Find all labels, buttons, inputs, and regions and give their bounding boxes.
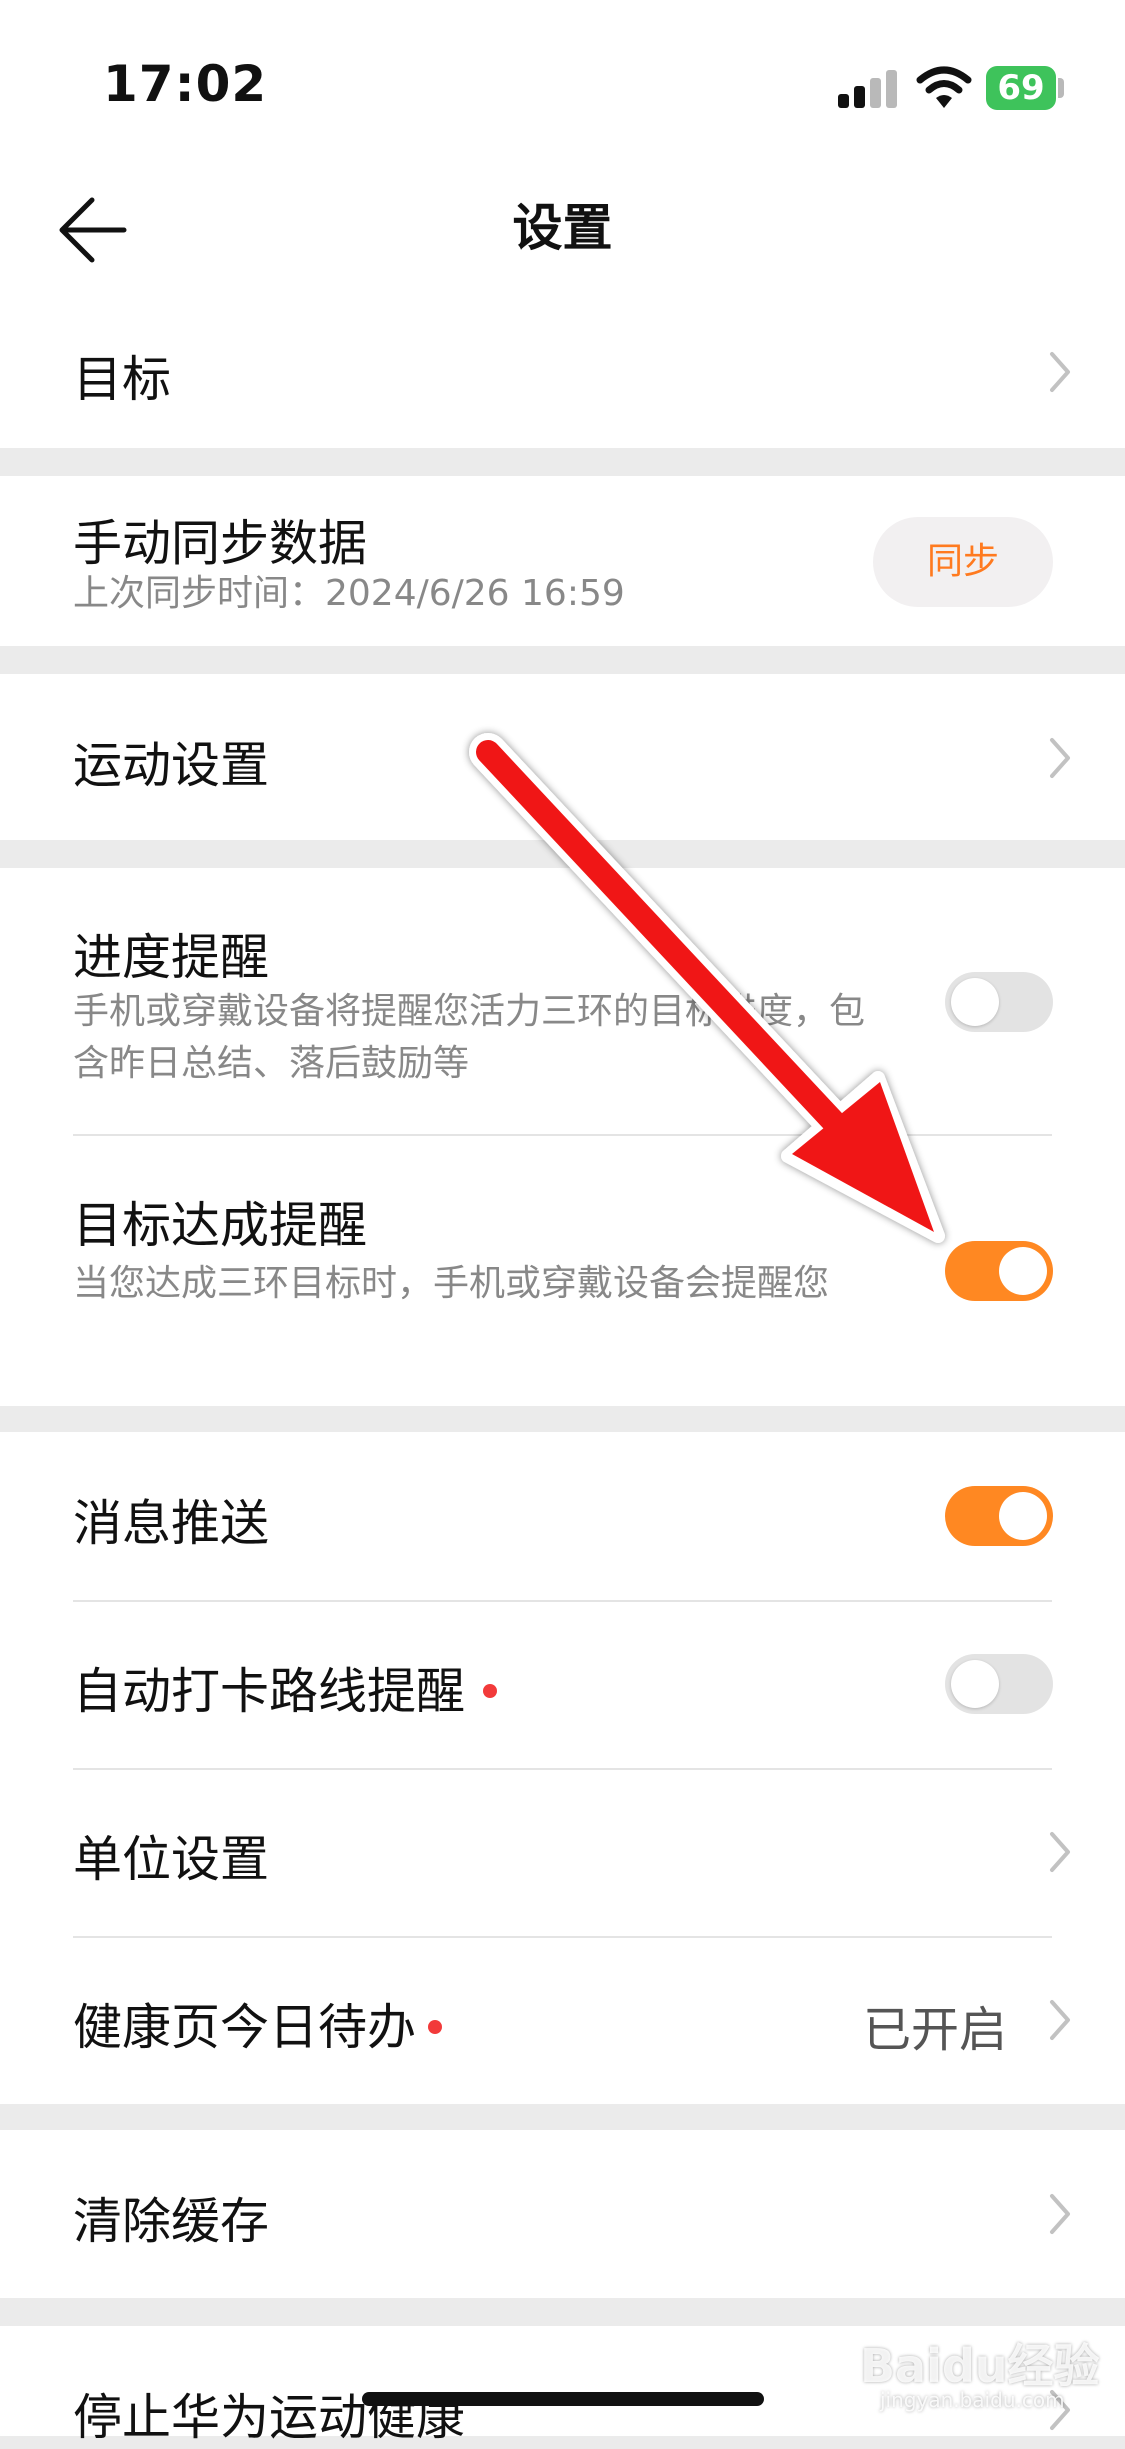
message-push-label: 消息推送 bbox=[73, 1495, 270, 1552]
home-indicator[interactable] bbox=[362, 2392, 764, 2406]
toggle-knob bbox=[999, 1492, 1047, 1540]
clear-cache-label: 清除缓存 bbox=[73, 2193, 270, 2250]
unit-settings-row[interactable]: 单位设置 bbox=[0, 1770, 1125, 1936]
health-todo-row[interactable]: 健康页今日待办 已开启 bbox=[0, 1938, 1125, 2104]
sync-subtitle: 上次同步时间：2024/6/26 16:59 bbox=[73, 573, 625, 614]
status-time: 17:02 bbox=[103, 55, 268, 113]
unit-settings-label: 单位设置 bbox=[73, 1831, 270, 1888]
sync-button[interactable]: 同步 bbox=[873, 517, 1053, 607]
chevron-right-icon bbox=[1050, 2194, 1070, 2234]
message-push-row: 消息推送 bbox=[0, 1432, 1125, 1600]
page-title: 设置 bbox=[512, 199, 613, 257]
watermark-logo: Baidu经验 bbox=[860, 2339, 1100, 2393]
health-todo-label: 健康页今日待办 bbox=[73, 1988, 443, 2059]
clear-cache-row[interactable]: 清除缓存 bbox=[0, 2130, 1125, 2298]
watermark-url: jingyan.baidu.com bbox=[880, 2388, 1065, 2412]
red-dot-badge bbox=[483, 1683, 498, 1698]
health-todo-text: 健康页今日待办 bbox=[73, 1999, 417, 2056]
chevron-right-icon bbox=[1050, 1832, 1070, 1872]
toggle-knob bbox=[951, 978, 999, 1026]
auto-checkin-toggle[interactable] bbox=[945, 1654, 1053, 1714]
toggle-knob bbox=[999, 1247, 1047, 1295]
auto-checkin-text: 自动打卡路线提醒 bbox=[73, 1663, 466, 1720]
divider bbox=[73, 1134, 1052, 1136]
auto-checkin-row: 自动打卡路线提醒 bbox=[0, 1602, 1125, 1768]
nav-bar: 设置 bbox=[0, 160, 1125, 300]
progress-reminder-toggle[interactable] bbox=[945, 972, 1053, 1032]
message-push-toggle[interactable] bbox=[945, 1486, 1053, 1546]
progress-reminder-desc: 手机或穿戴设备将提醒您活力三环的目标进度，包含昨日总结、落后鼓励等 bbox=[73, 991, 866, 1084]
reminders-card: 进度提醒 手机或穿戴设备将提醒您活力三环的目标进度，包含昨日总结、落后鼓励等 目… bbox=[0, 868, 1125, 1406]
stop-service-label: 停止华为运动健康 bbox=[73, 2389, 466, 2446]
red-dot-badge bbox=[428, 2019, 443, 2034]
sport-settings-label: 运动设置 bbox=[73, 737, 270, 794]
chevron-right-icon bbox=[1050, 2000, 1070, 2040]
sport-settings-row[interactable]: 运动设置 bbox=[0, 674, 1125, 840]
goal-reminder-label: 目标达成提醒 bbox=[73, 1197, 368, 1254]
goal-reminder-toggle[interactable] bbox=[945, 1241, 1053, 1301]
battery-icon: 69 bbox=[986, 66, 1056, 110]
goal-reminder-desc: 当您达成三环目标时，手机或穿戴设备会提醒您 bbox=[73, 1263, 830, 1304]
progress-reminder-label: 进度提醒 bbox=[73, 929, 270, 986]
auto-checkin-label: 自动打卡路线提醒 bbox=[73, 1652, 498, 1723]
cellular-signal-icon bbox=[838, 68, 898, 108]
preferences-card: 消息推送 自动打卡路线提醒 单位设置 健康页今日待办 已开启 bbox=[0, 1432, 1125, 2104]
chevron-right-icon bbox=[1050, 738, 1070, 778]
goal-row[interactable]: 目标 bbox=[0, 300, 1125, 448]
chevron-right-icon bbox=[1050, 352, 1070, 392]
battery-cap bbox=[1058, 78, 1064, 98]
status-bar: 17:02 69 bbox=[0, 0, 1125, 160]
sync-label: 手动同步数据 bbox=[73, 515, 368, 572]
goal-label: 目标 bbox=[73, 351, 172, 408]
wifi-icon bbox=[916, 66, 972, 108]
health-todo-value: 已开启 bbox=[862, 2002, 1007, 2058]
toggle-knob bbox=[951, 1660, 999, 1708]
